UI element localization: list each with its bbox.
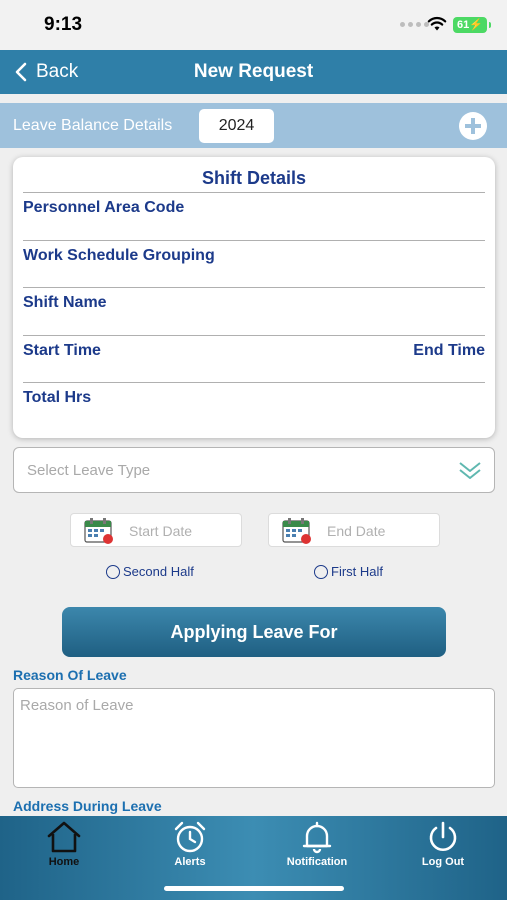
alarm-clock-icon	[174, 821, 206, 853]
year-selector[interactable]: 2024	[199, 109, 274, 143]
tab-notification-label: Notification	[286, 856, 348, 868]
total-hrs-row: Total Hrs	[23, 382, 485, 430]
tab-home-label: Home	[48, 856, 80, 868]
status-time: 9:13	[44, 14, 83, 35]
tab-notification[interactable]: Notification	[267, 820, 367, 868]
leave-balance-bar: Leave Balance Details 2024	[0, 103, 507, 148]
battery-icon: 61⚡	[453, 17, 491, 33]
home-indicator	[164, 886, 344, 891]
shift-name-label: Shift Name	[23, 294, 107, 311]
back-label: Back	[36, 61, 79, 82]
double-chevron-down-icon	[459, 462, 481, 479]
end-date-placeholder: End Date	[327, 523, 386, 539]
cellular-signal-icon	[400, 22, 429, 27]
leave-type-select[interactable]: Select Leave Type	[13, 447, 495, 493]
second-half-radio[interactable]: Second Half	[106, 564, 194, 579]
shift-details-card: Shift Details Personnel Area Code Work S…	[13, 157, 495, 438]
time-row: Start Time End Time	[23, 335, 485, 383]
chevron-left-icon	[15, 62, 27, 82]
reason-textarea[interactable]: Reason of Leave	[13, 688, 495, 788]
home-icon	[47, 821, 81, 853]
work-schedule-grouping-row: Work Schedule Grouping	[23, 240, 485, 288]
leave-balance-label[interactable]: Leave Balance Details	[13, 103, 172, 148]
personnel-area-code-label: Personnel Area Code	[23, 199, 185, 216]
reason-label: Reason Of Leave	[13, 667, 127, 683]
second-half-label: Second Half	[123, 564, 194, 579]
nav-bar: New Request Back	[0, 50, 507, 94]
power-icon	[429, 821, 457, 851]
tab-alerts-label: Alerts	[174, 856, 206, 868]
leave-type-placeholder: Select Leave Type	[27, 462, 151, 479]
total-hrs-label: Total Hrs	[23, 389, 92, 406]
reason-placeholder: Reason of Leave	[20, 697, 134, 714]
wifi-icon	[427, 16, 447, 31]
status-bar: 9:13 61⚡	[0, 0, 507, 50]
tab-logout-label: Log Out	[421, 856, 465, 868]
battery-level: 61	[457, 19, 470, 31]
start-date-field[interactable]: Start Date	[70, 513, 242, 547]
bell-icon	[302, 821, 332, 854]
shift-name-row: Shift Name	[23, 287, 485, 335]
tab-logout[interactable]: Log Out	[393, 820, 493, 868]
radio-circle-icon	[106, 564, 120, 579]
address-label: Address During Leave	[13, 798, 162, 814]
shift-details-title: Shift Details	[201, 168, 307, 188]
calendar-icon	[84, 518, 113, 544]
back-button[interactable]: Back	[14, 50, 78, 94]
first-half-radio[interactable]: First Half	[314, 564, 383, 579]
first-half-label: First Half	[331, 564, 383, 579]
tab-home[interactable]: Home	[14, 820, 114, 868]
calendar-icon	[282, 518, 311, 544]
add-icon[interactable]	[459, 112, 487, 140]
work-schedule-grouping-label: Work Schedule Grouping	[23, 247, 215, 264]
start-time-label: Start Time	[23, 342, 101, 359]
radio-circle-icon	[314, 564, 328, 579]
end-time-label: End Time	[413, 342, 485, 359]
applying-leave-for-button[interactable]: Applying Leave For	[62, 607, 446, 657]
tab-alerts[interactable]: Alerts	[140, 820, 240, 868]
end-date-field[interactable]: End Date	[268, 513, 440, 547]
start-date-placeholder: Start Date	[129, 523, 193, 539]
personnel-area-code-row: Personnel Area Code	[23, 192, 485, 240]
